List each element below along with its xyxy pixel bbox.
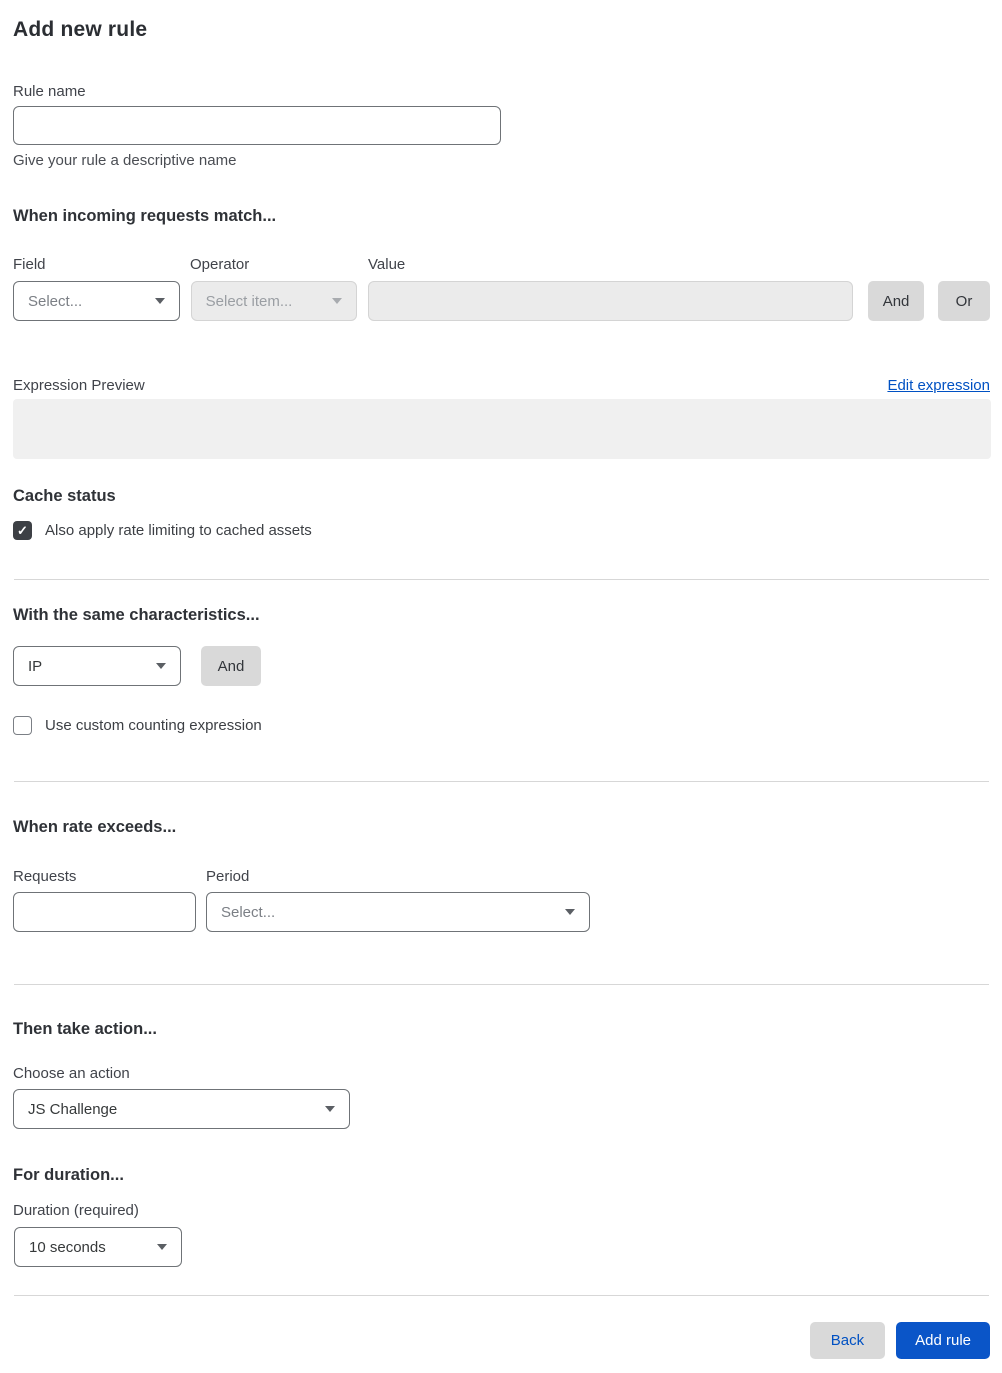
- period-select-value: Select...: [221, 903, 276, 921]
- action-select[interactable]: JS Challenge: [13, 1089, 350, 1129]
- rule-name-input[interactable]: [13, 106, 501, 145]
- rule-name-label: Rule name: [13, 83, 86, 100]
- operator-select: Select item...: [190, 281, 358, 321]
- field-select[interactable]: Select...: [13, 281, 180, 321]
- custom-counting-checkbox-label: Use custom counting expression: [45, 717, 262, 734]
- expression-preview-label: Expression Preview: [13, 377, 145, 394]
- back-button[interactable]: Back: [809, 1322, 886, 1359]
- rule-name-helper: Give your rule a descriptive name: [13, 152, 237, 169]
- chevron-down-icon: [154, 298, 165, 304]
- choose-action-label: Choose an action: [13, 1065, 130, 1082]
- characteristic-and-button[interactable]: And: [201, 646, 261, 686]
- section-divider: [14, 781, 989, 782]
- expression-preview-box: [13, 399, 991, 459]
- add-rule-form: Add new rule Rule name Give your rule a …: [0, 18, 1002, 1373]
- field-label: Field: [13, 256, 46, 273]
- chevron-down-icon: [565, 909, 575, 915]
- value-input: [368, 281, 854, 321]
- characteristics-heading: With the same characteristics...: [13, 606, 260, 624]
- cached-assets-checkbox[interactable]: ✓: [13, 521, 32, 540]
- characteristic-select[interactable]: IP: [13, 646, 181, 686]
- duration-heading: For duration...: [13, 1166, 124, 1184]
- and-condition-button[interactable]: And: [868, 281, 925, 321]
- rate-heading: When rate exceeds...: [13, 818, 177, 836]
- period-select[interactable]: Select...: [206, 892, 590, 932]
- or-condition-button[interactable]: Or: [938, 281, 990, 321]
- action-select-value: JS Challenge: [28, 1100, 118, 1118]
- field-select-value: Select...: [28, 292, 83, 310]
- match-section-heading: When incoming requests match...: [13, 207, 277, 225]
- period-label: Period: [206, 868, 250, 885]
- footer-divider: [14, 1295, 989, 1296]
- duration-label: Duration (required): [13, 1202, 139, 1219]
- requests-input[interactable]: [13, 892, 196, 932]
- duration-select-value: 10 seconds: [29, 1238, 106, 1256]
- section-divider: [14, 579, 989, 580]
- characteristic-select-value: IP: [28, 657, 43, 675]
- add-rule-button[interactable]: Add rule: [896, 1322, 990, 1359]
- chevron-down-icon: [325, 1106, 335, 1112]
- cache-status-heading: Cache status: [13, 487, 116, 505]
- edit-expression-link[interactable]: Edit expression: [887, 377, 990, 394]
- operator-select-value: Select item...: [205, 292, 293, 310]
- custom-counting-checkbox[interactable]: [13, 716, 32, 735]
- action-heading: Then take action...: [13, 1020, 157, 1038]
- requests-label: Requests: [13, 868, 77, 885]
- chevron-down-icon: [332, 298, 343, 304]
- operator-label: Operator: [190, 256, 250, 273]
- chevron-down-icon: [157, 1244, 167, 1250]
- cached-assets-checkbox-label: Also apply rate limiting to cached asset…: [45, 522, 312, 539]
- chevron-down-icon: [156, 663, 166, 669]
- value-label: Value: [368, 256, 406, 273]
- duration-select[interactable]: 10 seconds: [14, 1227, 182, 1267]
- checkmark-icon: ✓: [17, 523, 28, 538]
- section-divider: [14, 984, 989, 985]
- page-title: Add new rule: [13, 18, 148, 41]
